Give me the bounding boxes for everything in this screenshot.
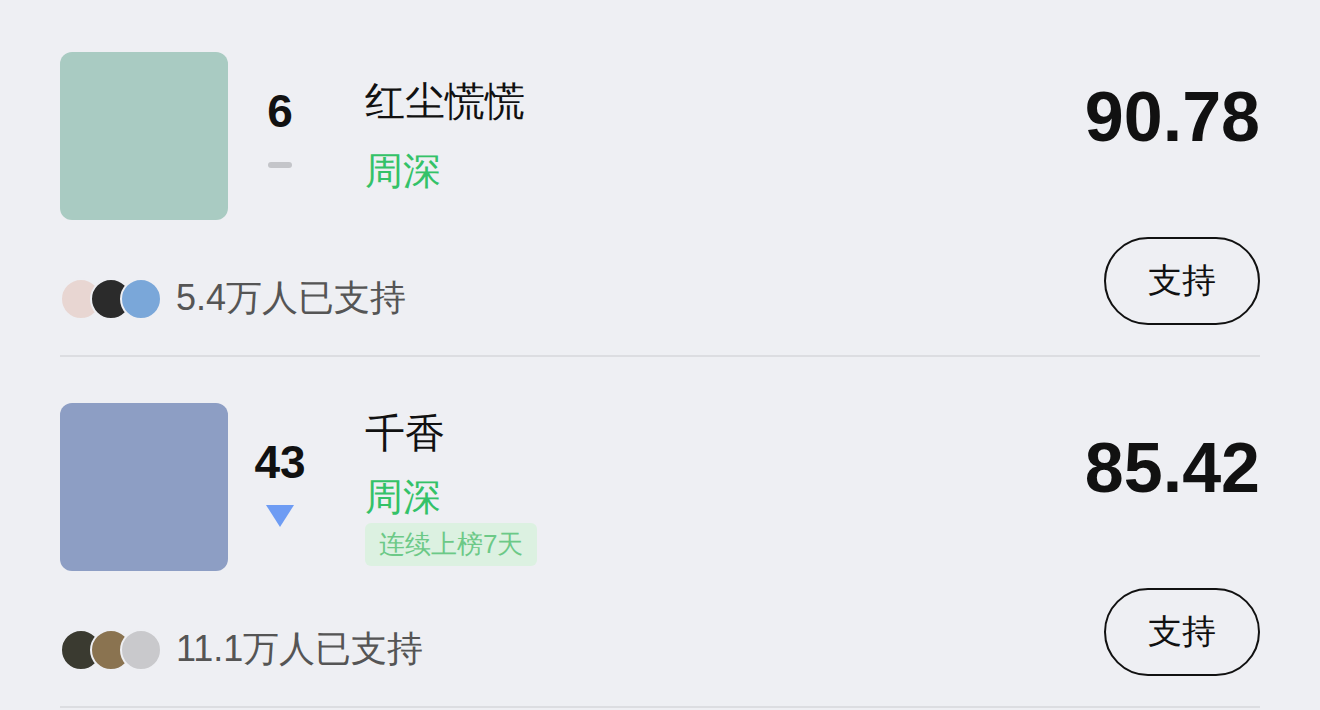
- no-change-icon: [268, 162, 292, 168]
- artist-name[interactable]: 周深: [365, 147, 441, 195]
- chart-list: 6红尘慌慌周深90.785.4万人已支持支持43千香周深连续上榜7天85.421…: [0, 0, 1320, 710]
- avatar: [120, 629, 162, 671]
- supporters: 11.1万人已支持: [60, 625, 423, 676]
- score: 90.78: [1085, 52, 1260, 152]
- song-info: 千香周深连续上榜7天: [365, 403, 1085, 571]
- song-title[interactable]: 千香: [365, 409, 445, 457]
- rank-number: 43: [254, 439, 305, 485]
- artist-name[interactable]: 周深: [365, 473, 441, 521]
- chart-row[interactable]: 43千香周深连续上榜7天85.4211.1万人已支持支持: [60, 357, 1260, 708]
- supporter-count: 5.4万人已支持: [176, 274, 406, 323]
- score: 85.42: [1085, 403, 1260, 503]
- down-arrow-icon: [266, 505, 294, 527]
- song-info: 红尘慌慌周深: [365, 52, 1085, 220]
- supporters: 5.4万人已支持: [60, 274, 406, 325]
- supporter-count: 11.1万人已支持: [176, 625, 423, 674]
- streak-badge: 连续上榜7天: [365, 523, 537, 566]
- rank-number: 6: [267, 88, 293, 134]
- album-cover[interactable]: [60, 52, 228, 220]
- album-cover[interactable]: [60, 403, 228, 571]
- supporter-avatars: [60, 278, 162, 320]
- song-title[interactable]: 红尘慌慌: [365, 77, 525, 125]
- rank: 43: [228, 403, 332, 571]
- support-button[interactable]: 支持: [1104, 588, 1260, 676]
- avatar: [120, 278, 162, 320]
- chart-row[interactable]: 6红尘慌慌周深90.785.4万人已支持支持: [60, 6, 1260, 357]
- support-button[interactable]: 支持: [1104, 237, 1260, 325]
- supporter-avatars: [60, 629, 162, 671]
- rank: 6: [228, 52, 332, 220]
